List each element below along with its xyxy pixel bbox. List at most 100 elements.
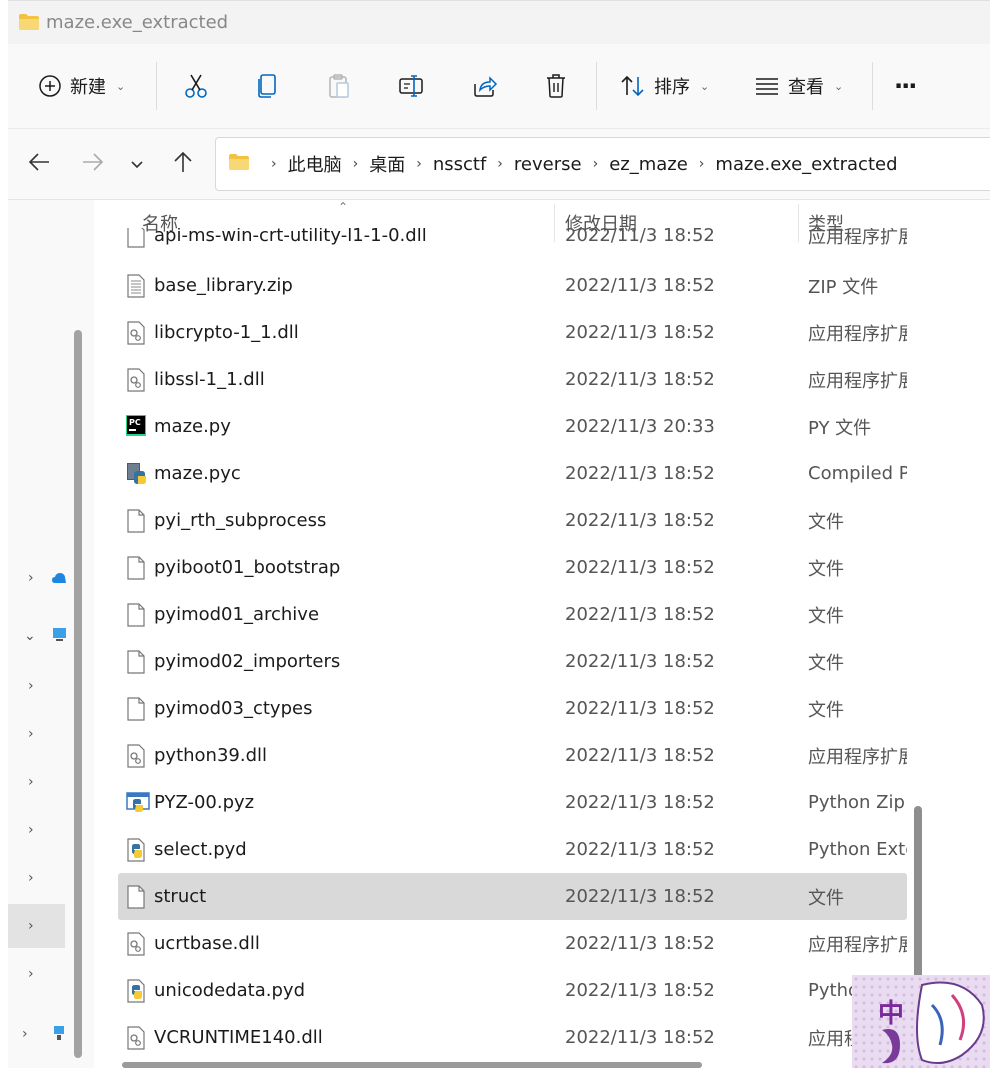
address-row: › 此电脑 › 桌面 › nssctf › reverse › ez_maze … xyxy=(8,128,990,200)
file-explorer-window: maze.exe_extracted 新建 ⌄ 排序 ⌄ 查看 ⌄ ··· › … xyxy=(0,0,990,1068)
file-type: PY 文件 xyxy=(808,417,872,439)
breadcrumb-item[interactable]: ez_maze xyxy=(609,154,688,175)
copy-icon xyxy=(256,73,278,99)
blank-file-icon xyxy=(126,509,146,533)
breadcrumb-separator: › xyxy=(698,156,705,172)
file-row[interactable]: unicodedata.pyd2022/11/3 18:52Python Ext… xyxy=(118,967,907,1014)
breadcrumb-item[interactable]: reverse xyxy=(514,154,582,175)
file-date: 2022/11/3 18:52 xyxy=(565,980,715,1001)
python-file-icon xyxy=(126,979,146,1003)
nav-item[interactable]: › xyxy=(8,808,65,852)
nav-item[interactable]: › xyxy=(8,760,65,804)
horizontal-scrollbar[interactable] xyxy=(122,1062,702,1068)
file-row[interactable]: python39.dll 2022/11/3 18:52 应用程序扩展 xyxy=(118,732,907,779)
file-type: ZIP 文件 xyxy=(808,276,879,298)
forward-button[interactable] xyxy=(78,149,108,179)
new-button[interactable]: 新建 ⌄ xyxy=(38,64,125,108)
pane-edge xyxy=(0,200,8,1068)
recent-locations-button[interactable] xyxy=(122,149,152,179)
paste-button[interactable] xyxy=(328,64,350,108)
sort-arrows-icon xyxy=(620,74,646,98)
nav-item[interactable]: › xyxy=(8,556,66,600)
file-row[interactable]: maze.pyc 2022/11/3 18:52 Compiled Python xyxy=(118,450,907,497)
nav-item[interactable]: ⌄ xyxy=(8,614,66,658)
file-row[interactable]: libcrypto-1_1.dll 2022/11/3 18:52 应用程序扩展 xyxy=(118,309,907,356)
file-name: base_library.zip xyxy=(154,275,293,296)
file-row[interactable]: pyimod01_archive 2022/11/3 18:52 文件 xyxy=(118,591,907,638)
rename-button[interactable] xyxy=(398,64,426,108)
file-row[interactable]: base_library.zip 2022/11/3 18:52 ZIP 文件 xyxy=(118,262,907,309)
copy-button[interactable] xyxy=(256,64,278,108)
file-row-selected[interactable]: struct 2022/11/3 18:52 文件 xyxy=(118,873,907,920)
sort-button-label: 排序 xyxy=(654,77,690,98)
file-row[interactable]: pyimod03_ctypes 2022/11/3 18:52 文件 xyxy=(118,685,907,732)
file-row[interactable]: libssl-1_1.dll 2022/11/3 18:52 应用程序扩展 xyxy=(118,356,907,403)
nav-item[interactable]: › xyxy=(8,952,65,996)
breadcrumb-item[interactable]: maze.exe_extracted xyxy=(715,154,897,175)
paste-icon xyxy=(328,73,350,99)
arrow-left-icon xyxy=(28,152,50,177)
file-row[interactable]: PC maze.py 2022/11/3 20:33 PY 文件 xyxy=(118,403,907,450)
nav-scrollbar[interactable] xyxy=(74,330,82,1058)
view-button[interactable]: 查看 ⌄ xyxy=(754,64,843,108)
nav-item[interactable]: › xyxy=(8,856,65,900)
nav-item[interactable]: › xyxy=(8,712,65,756)
file-type: 文件 xyxy=(808,605,844,627)
breadcrumb-separator: › xyxy=(497,156,503,172)
delete-button[interactable] xyxy=(544,64,568,108)
nav-item[interactable]: › xyxy=(8,1012,65,1056)
nav-item[interactable]: › xyxy=(8,664,65,708)
chevron-right-icon: › xyxy=(28,570,34,586)
file-row[interactable]: pyiboot01_bootstrap 2022/11/3 18:52 文件 xyxy=(118,544,907,591)
sort-button[interactable]: 排序 ⌄ xyxy=(620,64,709,108)
chevron-right-icon: › xyxy=(28,870,34,886)
file-date: 2022/11/3 18:52 xyxy=(565,275,715,296)
svg-text:PC: PC xyxy=(129,418,141,427)
share-button[interactable] xyxy=(472,64,498,108)
file-type: 应用程序扩展 xyxy=(808,370,907,392)
chevron-down-icon: ⌄ xyxy=(24,628,36,644)
plus-circle-icon xyxy=(38,74,62,98)
view-button-label: 查看 xyxy=(788,77,824,98)
file-type: 文件 xyxy=(808,652,844,674)
command-bar: 新建 ⌄ 排序 ⌄ 查看 ⌄ ··· xyxy=(8,44,990,128)
file-date: 2022/11/3 18:52 xyxy=(565,698,715,719)
breadcrumb-separator: › xyxy=(352,156,359,172)
chevron-right-icon: › xyxy=(28,678,34,694)
network-icon xyxy=(52,1025,66,1043)
file-row[interactable]: VCRUNTIME140.dll2022/11/3 18:52应用程序扩展 xyxy=(118,1014,907,1061)
breadcrumb-item[interactable]: nssctf xyxy=(433,154,486,175)
chevron-right-icon: › xyxy=(28,726,34,742)
file-row[interactable]: ucrtbase.dll 2022/11/3 18:52 应用程序扩展 xyxy=(118,920,907,967)
up-button[interactable] xyxy=(168,149,198,179)
folder-icon xyxy=(18,13,40,36)
file-name: maze.py xyxy=(154,416,231,437)
toolbar-divider xyxy=(596,62,597,110)
rename-icon xyxy=(398,74,426,98)
file-name: libssl-1_1.dll xyxy=(154,369,265,390)
file-name: select.pyd xyxy=(154,839,247,860)
file-name: PYZ-00.pyz xyxy=(154,792,255,813)
breadcrumb-item[interactable]: 桌面 xyxy=(369,151,405,177)
address-bar[interactable]: › 此电脑 › 桌面 › nssctf › reverse › ez_maze … xyxy=(215,137,990,191)
dll-file-icon xyxy=(126,1026,146,1050)
file-row[interactable]: select.pyd 2022/11/3 18:52 Python Extensio… xyxy=(118,826,907,873)
sort-ascending-icon: ⌃ xyxy=(338,200,349,214)
file-type: 应用程序扩展 xyxy=(808,746,907,768)
cut-button[interactable] xyxy=(184,64,208,108)
more-options-button[interactable]: ··· xyxy=(894,64,917,108)
file-type: 文件 xyxy=(808,887,844,909)
share-icon xyxy=(472,74,498,98)
nav-item-selected[interactable]: › xyxy=(8,904,65,948)
file-name: python39.dll xyxy=(154,745,268,766)
file-date: 2022/11/3 18:52 xyxy=(565,886,715,907)
file-row[interactable]: pyimod02_importers 2022/11/3 18:52 文件 xyxy=(118,638,907,685)
breadcrumb-item[interactable]: 此电脑 xyxy=(288,151,342,177)
monitor-icon xyxy=(52,627,66,645)
file-date: 2022/11/3 18:52 xyxy=(565,839,715,860)
file-row[interactable]: pyi_rth_subprocess 2022/11/3 18:52 文件 xyxy=(118,497,907,544)
file-row[interactable]: PYZ-00.pyz 2022/11/3 18:52 Python Zip xyxy=(118,779,907,826)
breadcrumb-separator: › xyxy=(416,156,422,172)
dll-file-icon xyxy=(126,744,146,768)
back-button[interactable] xyxy=(24,149,54,179)
